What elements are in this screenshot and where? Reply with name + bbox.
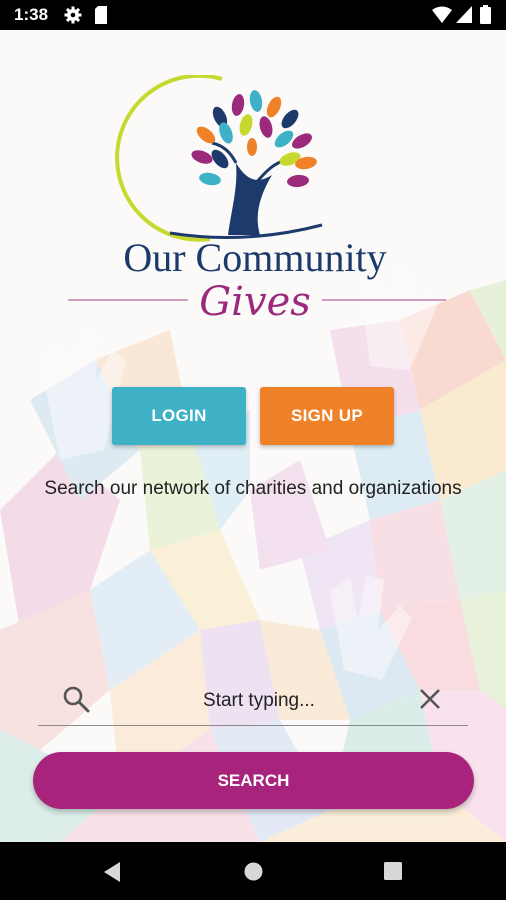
navigation-bar bbox=[0, 842, 506, 900]
recents-icon[interactable] bbox=[384, 862, 402, 885]
sd-card-icon bbox=[94, 6, 108, 29]
search-underline bbox=[38, 725, 468, 726]
signup-button[interactable]: SIGN UP bbox=[260, 387, 394, 445]
logo-title-line2: Gives bbox=[199, 279, 311, 325]
battery-icon bbox=[480, 5, 491, 29]
search-field bbox=[38, 675, 468, 726]
logo-title-line1: Our Community bbox=[123, 235, 386, 280]
our-community-gives-logo: Our Community Gives bbox=[68, 75, 446, 325]
search-input[interactable] bbox=[102, 683, 416, 719]
back-icon[interactable] bbox=[104, 862, 122, 887]
clear-icon[interactable] bbox=[419, 688, 441, 715]
search-button[interactable]: SEARCH bbox=[33, 752, 474, 809]
settings-icon bbox=[64, 6, 82, 29]
status-time: 1:38 bbox=[14, 5, 49, 24]
search-tagline: Search our network of charities and orga… bbox=[44, 478, 462, 499]
signal-icon bbox=[456, 6, 472, 28]
login-button[interactable]: LOGIN bbox=[112, 387, 246, 445]
wifi-icon bbox=[432, 6, 452, 28]
main-content: Our Community Gives LOGIN SIGN UP Search… bbox=[0, 30, 506, 842]
home-icon[interactable] bbox=[244, 862, 263, 886]
search-icon bbox=[62, 685, 90, 718]
status-bar: 1:38 bbox=[0, 0, 506, 30]
